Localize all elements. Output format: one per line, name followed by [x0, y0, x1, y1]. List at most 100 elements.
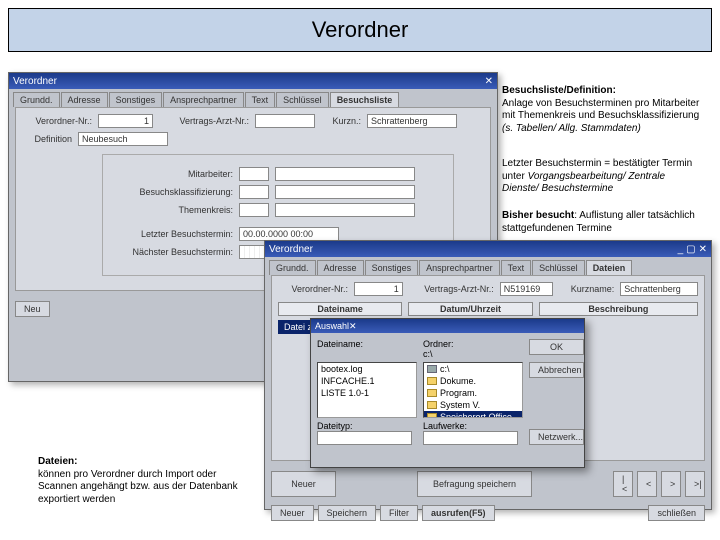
label-definition: Definition — [22, 134, 72, 144]
neu-button[interactable]: Neu — [15, 301, 50, 317]
tab2-text[interactable]: Text — [501, 260, 532, 275]
folder-item[interactable]: Dokume. — [424, 375, 522, 387]
folder-item-selected[interactable]: Speicherort Office — [424, 411, 522, 418]
field-verordner-nr[interactable]: 1 — [98, 114, 153, 128]
dlg-titlebar[interactable]: Auswahl ✕ — [311, 319, 584, 333]
tab-ansprechpartner[interactable]: Ansprechpartner — [163, 92, 244, 107]
folder-item[interactable]: System V. — [424, 399, 522, 411]
annotation-besuchsliste: Besuchsliste/Definition: Anlage von Besu… — [502, 85, 702, 135]
field-vertrags-arzt[interactable] — [255, 114, 315, 128]
tab2-grundd[interactable]: Grundd. — [269, 260, 316, 275]
speichern-button-2[interactable]: Speichern — [318, 505, 377, 521]
titlebar[interactable]: Verordner ✕ — [9, 73, 497, 89]
title-text: Verordner — [13, 76, 57, 87]
field-klass-name[interactable] — [275, 185, 415, 199]
tab2-adresse[interactable]: Adresse — [317, 260, 364, 275]
field2-vertrags-arzt[interactable]: N519169 — [500, 282, 554, 296]
label-kurzname: Kurzn.: — [321, 116, 361, 126]
netzwerk-button[interactable]: Netzwerk... — [529, 429, 584, 445]
maximize-icon[interactable]: ▢ — [686, 244, 695, 255]
tab2-schluessel[interactable]: Schlüssel — [532, 260, 585, 275]
file-listbox[interactable]: bootex.log INFCACHE.1 LISTE 1.0-1 — [317, 362, 417, 418]
tab-text[interactable]: Text — [245, 92, 276, 107]
lbl-dateityp: Dateityp: — [317, 421, 353, 431]
slide-title: Verordner — [8, 8, 712, 52]
folder-listbox[interactable]: c:\ Dokume. Program. System V. Speichero… — [423, 362, 523, 418]
folder-icon — [427, 401, 437, 409]
dlg-title: Auswahl — [315, 321, 349, 331]
neu-button-2[interactable]: Neuer — [271, 471, 336, 497]
folder-icon — [427, 377, 437, 385]
label-naechster-termin: Nächster Besuchstermin: — [113, 247, 233, 257]
ok-button[interactable]: OK — [529, 339, 584, 355]
file-item[interactable]: INFCACHE.1 — [318, 375, 416, 387]
nav-first-button[interactable]: |< — [613, 471, 633, 497]
field-klass[interactable] — [239, 185, 269, 199]
tab-schluessel[interactable]: Schlüssel — [276, 92, 329, 107]
label-mitarbeiter: Mitarbeiter: — [113, 169, 233, 179]
field-themenkreis[interactable] — [239, 203, 269, 217]
label-vertrags-arzt: Vertrags-Arzt-Nr.: — [159, 116, 249, 126]
folder-item[interactable]: Program. — [424, 387, 522, 399]
folder-icon — [427, 413, 437, 418]
close-icon[interactable]: ✕ — [485, 76, 493, 87]
tab-grundd[interactable]: Grundd. — [13, 92, 60, 107]
label2-vertrags-arzt: Vertrags-Arzt-Nr.: — [409, 284, 494, 294]
lbl-laufwerke: Laufwerke: — [423, 421, 467, 431]
label2-kurzname: Kurzname: — [559, 284, 614, 294]
tab-adresse[interactable]: Adresse — [61, 92, 108, 107]
tab-sonstiges[interactable]: Sonstiges — [109, 92, 163, 107]
field-mitarbeiter-name[interactable] — [275, 167, 415, 181]
label-letzter-termin: Letzter Besuchstermin: — [113, 229, 233, 239]
tab-besuchsliste[interactable]: Besuchsliste — [330, 92, 400, 107]
field2-verordner-nr[interactable]: 1 — [354, 282, 403, 296]
filter-button-2[interactable]: Filter — [380, 505, 418, 521]
val-ordner: c:\ — [423, 349, 433, 359]
button-bar-2-bottom: Neuer Speichern Filter ausrufen(F5) schl… — [265, 501, 711, 525]
field-kurzname[interactable]: Schrattenberg — [367, 114, 457, 128]
titlebar-2[interactable]: Verordner _ ▢ ✕ — [265, 241, 711, 257]
folder-item[interactable]: c:\ — [424, 363, 522, 375]
lbl-ordner: Ordner: — [423, 339, 454, 349]
nav-last-button[interactable]: >| — [685, 471, 705, 497]
neu-button-2b[interactable]: Neuer — [271, 505, 314, 521]
label-verordner-nr: Verordner-Nr.: — [22, 116, 92, 126]
field2-kurzname[interactable]: Schrattenberg — [620, 282, 698, 296]
tab-strip-2: Grundd. Adresse Sonstiges Ansprechpartne… — [265, 257, 711, 275]
drive-icon — [427, 365, 437, 373]
schliessen-button[interactable]: schließen — [648, 505, 705, 521]
label-themenkreis: Themenkreis: — [113, 205, 233, 215]
field-themenkreis-name[interactable] — [275, 203, 415, 217]
tab2-sonstiges[interactable]: Sonstiges — [365, 260, 419, 275]
file-dialog: Auswahl ✕ Dateiname: Ordner: c:\ OK boot… — [310, 318, 585, 468]
tab2-ansprechpartner[interactable]: Ansprechpartner — [419, 260, 500, 275]
annotation-dateien: Dateien: können pro Verordner durch Impo… — [38, 456, 253, 506]
col-dateiname: Dateiname — [278, 302, 402, 316]
dlg-close-icon[interactable]: ✕ — [349, 321, 357, 332]
field-definition[interactable]: Neubesuch — [78, 132, 168, 146]
field-mitarbeiter[interactable] — [239, 167, 269, 181]
minimize-icon[interactable]: _ — [678, 244, 684, 255]
refresh-button[interactable]: Befragung speichern — [417, 471, 532, 497]
file-item[interactable]: bootex.log — [318, 363, 416, 375]
abbrechen-button[interactable]: Abbrechen — [529, 362, 584, 378]
annotation-letzter-termin: Letzter Besuchstermin = bestätigter Term… — [502, 158, 702, 196]
label-klassifizierung: Besuchsklassifizierung: — [113, 187, 233, 197]
ausrufen-button-2[interactable]: ausrufen(F5) — [422, 505, 495, 521]
nav-prev-button[interactable]: < — [637, 471, 657, 497]
lbl-dateiname: Dateiname: — [317, 339, 417, 359]
title-text-2: Verordner — [269, 244, 313, 255]
col-beschreibung: Beschreibung — [539, 302, 698, 316]
col-datum: Datum/Uhrzeit — [408, 302, 532, 316]
file-item[interactable]: LISTE 1.0-1 — [318, 387, 416, 399]
field-laufwerke[interactable] — [423, 431, 518, 445]
close-icon-2[interactable]: ✕ — [699, 244, 707, 255]
field-letzter-termin[interactable]: 00.00.0000 00:00 — [239, 227, 339, 241]
tab2-dateien[interactable]: Dateien — [586, 260, 633, 275]
folder-icon — [427, 389, 437, 397]
annotation-bisher-besucht: Bisher besucht: Auflistung aller tatsäch… — [502, 210, 702, 235]
field-dateityp[interactable] — [317, 431, 412, 445]
label2-verordner-nr: Verordner-Nr.: — [278, 284, 348, 294]
button-bar-2-top: Neuer Befragung speichern |< < > >| — [265, 467, 711, 501]
nav-next-button[interactable]: > — [661, 471, 681, 497]
